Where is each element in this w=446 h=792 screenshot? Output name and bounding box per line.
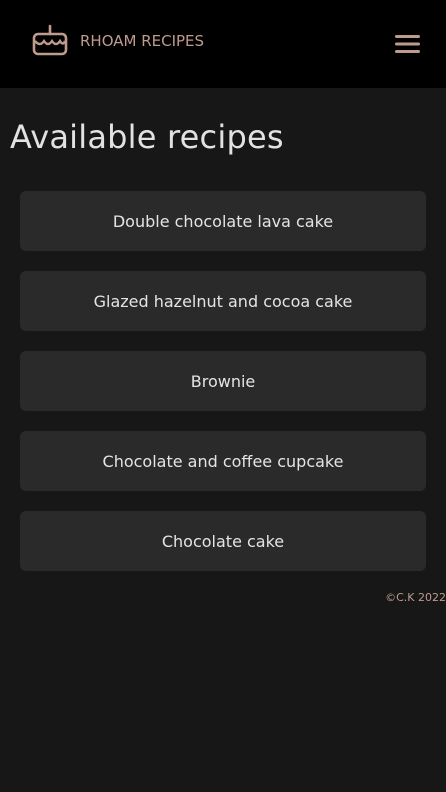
recipe-button-double-chocolate-lava-cake[interactable]: Double chocolate lava cake (20, 191, 426, 251)
recipe-button-brownie[interactable]: Brownie (20, 351, 426, 411)
copyright-text: ©C.K 2022 (385, 591, 446, 604)
recipe-button-glazed-hazelnut-cocoa-cake[interactable]: Glazed hazelnut and cocoa cake (20, 271, 426, 331)
recipe-button-chocolate-cake[interactable]: Chocolate cake (20, 511, 426, 571)
hamburger-menu-button[interactable] (393, 33, 423, 55)
hamburger-menu-icon (395, 35, 420, 53)
recipe-list: Double chocolate lava cake Glazed hazeln… (20, 191, 426, 591)
page-title: Available recipes (10, 118, 284, 156)
brand-link[interactable]: RHOAM RECIPES (32, 24, 204, 58)
navbar: RHOAM RECIPES (0, 0, 446, 88)
cake-icon (32, 24, 68, 56)
brand-name: RHOAM RECIPES (80, 32, 205, 50)
recipe-button-chocolate-coffee-cupcake[interactable]: Chocolate and coffee cupcake (20, 431, 426, 491)
